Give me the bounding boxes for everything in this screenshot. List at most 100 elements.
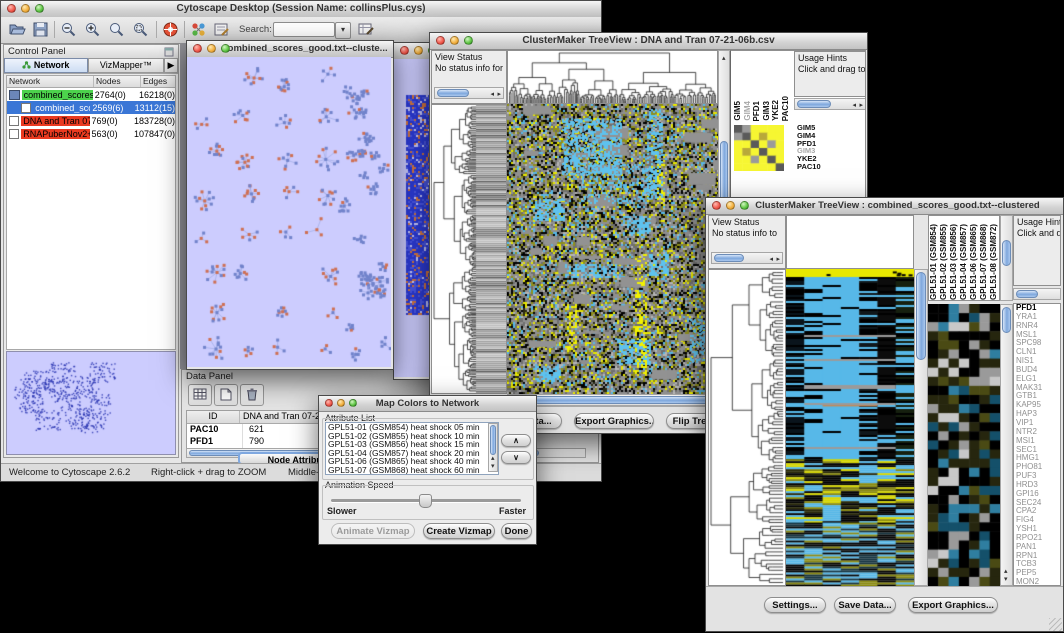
cm2-usage-hscrollbar[interactable] — [1013, 288, 1061, 300]
cm1-heatmap[interactable] — [507, 104, 718, 394]
cm1-row-dendrogram[interactable] — [432, 105, 506, 393]
network-tree-row[interactable]: DNA and Tran 07769(0)183728(0) — [7, 114, 175, 127]
net1-title-bar[interactable]: combined_scores_good.txt--cluste... — [187, 41, 393, 58]
speed-slider-thumb[interactable] — [419, 494, 432, 508]
rotated-column-label[interactable]: GPL51-03 (GSM856) — [949, 224, 959, 300]
rotated-column-label[interactable]: GPL51-02 (GSM855) — [939, 224, 949, 300]
cm2-title-bar[interactable]: ClusterMaker TreeView : combined_scores_… — [706, 198, 1063, 215]
col-edges[interactable]: Edges — [141, 76, 175, 87]
cm1-status-hscrollbar[interactable]: ◂ ▸ — [434, 87, 504, 99]
minimize-icon[interactable] — [21, 4, 30, 13]
save-icon[interactable] — [32, 21, 49, 43]
cm2-save-data-button[interactable]: Save Data... — [834, 597, 896, 613]
scrollbar-thumb[interactable] — [1016, 290, 1038, 298]
zoom-window-icon[interactable] — [464, 36, 473, 45]
scrollbar-thumb[interactable] — [916, 272, 926, 360]
zoom-window-icon[interactable] — [221, 44, 230, 53]
rotated-column-label[interactable]: PAC10 — [781, 96, 791, 121]
zoom-selected-icon[interactable] — [132, 21, 149, 43]
zoom-out-icon[interactable] — [60, 21, 77, 43]
scroll-left-icon[interactable]: ◂ — [490, 91, 494, 98]
network-tree-row[interactable]: combined_sco2569(6)13112(15) — [7, 101, 175, 114]
dialog-title-bar[interactable]: Map Colors to Network — [319, 396, 536, 412]
zoom-window-icon[interactable] — [740, 201, 749, 210]
network-canvas-1[interactable] — [187, 57, 391, 367]
scrollbar-thumb[interactable] — [714, 254, 744, 262]
scroll-right-icon[interactable]: ▸ — [497, 91, 501, 98]
scrollbar-thumb[interactable] — [1002, 307, 1011, 333]
cm2-column-tree-panel[interactable] — [786, 215, 914, 269]
network-overview-canvas[interactable] — [7, 352, 175, 454]
close-icon[interactable] — [7, 4, 16, 13]
close-icon[interactable] — [193, 44, 202, 53]
rotated-column-label[interactable]: GIM4 — [743, 101, 753, 121]
tab-overflow-icon[interactable]: ▶ — [164, 58, 178, 73]
scroll-left-icon[interactable]: ◂ — [769, 256, 773, 263]
zoom-in-icon[interactable] — [84, 21, 101, 43]
close-icon[interactable] — [436, 36, 445, 45]
scrollbar-thumb[interactable] — [1002, 240, 1011, 266]
cm2-gene-list[interactable]: PFD1YRA1RNR4MSL1SPC98CLN1NIS1BUD4ELG1MAK… — [1013, 303, 1061, 586]
scroll-down-icon[interactable]: ▾ — [1004, 576, 1008, 583]
minimize-icon[interactable] — [414, 46, 423, 55]
cm2-heatmap[interactable] — [786, 269, 914, 586]
zoom-window-icon[interactable] — [35, 4, 44, 13]
col-nodes[interactable]: Nodes — [94, 76, 141, 87]
cm2-row-dendrogram[interactable] — [709, 270, 785, 585]
rotated-column-label[interactable]: GPL51-07 (GSM868) — [979, 224, 989, 300]
close-icon[interactable] — [712, 201, 721, 210]
minimize-icon[interactable] — [207, 44, 216, 53]
scrollbar-thumb[interactable] — [490, 425, 496, 455]
scroll-up-icon[interactable]: ▴ — [1004, 568, 1008, 575]
scrollbar-thumb[interactable] — [437, 89, 469, 97]
rotated-column-label[interactable]: GPL51-04 (GSM857) — [959, 224, 969, 300]
search-dropdown-icon[interactable]: ▾ — [335, 22, 351, 39]
attribute-table-icon[interactable] — [188, 384, 212, 406]
rotated-column-label[interactable]: GPL51-01 (GSM854) — [929, 224, 939, 300]
network-tree-row[interactable]: RNAPuberNov2+563(0)107847(0) — [7, 127, 175, 140]
cm2-zoom-vscrollbar[interactable]: ▴ ▾ — [1000, 304, 1013, 586]
attribute-list-item[interactable]: GPL51-07 (GSM868) heat shock 60 min — [328, 466, 498, 475]
cm1-export-graphics-button[interactable]: Export Graphics... — [574, 413, 654, 429]
delete-attribute-trash-icon[interactable] — [240, 384, 264, 406]
cm1-hscrollbar[interactable] — [507, 394, 718, 406]
close-icon[interactable] — [400, 46, 409, 55]
scroll-left-icon[interactable]: ◂ — [852, 102, 856, 109]
scroll-right-icon[interactable]: ▸ — [776, 256, 780, 263]
cm2-labels-vscrollbar[interactable] — [1000, 215, 1013, 301]
done-button[interactable]: Done — [501, 523, 532, 539]
main-title-bar[interactable]: Cytoscape Desktop (Session Name: collins… — [1, 1, 601, 18]
cm2-vscrollbar[interactable] — [914, 269, 928, 586]
cm1-row-label[interactable]: PAC10 — [797, 163, 821, 171]
scroll-up-icon[interactable]: ▴ — [722, 55, 726, 62]
rotated-column-label[interactable]: YKE2 — [771, 100, 781, 121]
cm2-zoom-heatmap[interactable] — [928, 304, 1000, 586]
zoom-fit-icon[interactable] — [108, 21, 125, 43]
resize-grip[interactable] — [1049, 618, 1062, 631]
rotated-column-label[interactable]: PFD1 — [752, 101, 762, 121]
help-lifering-icon[interactable] — [162, 21, 179, 43]
minimize-icon[interactable] — [337, 399, 345, 407]
minimize-icon[interactable] — [450, 36, 459, 45]
move-down-button[interactable]: ∨ — [501, 451, 531, 464]
scrollbar-thumb[interactable] — [797, 100, 831, 108]
rotated-column-label[interactable]: GPL51-06 (GSM865) — [969, 224, 979, 300]
rotated-column-label[interactable]: GIM3 — [762, 101, 772, 121]
cm2-status-hscrollbar[interactable]: ◂ ▸ — [711, 252, 783, 264]
open-file-icon[interactable] — [9, 21, 26, 43]
zoom-window-icon[interactable] — [349, 399, 357, 407]
rotated-column-label[interactable]: GIM5 — [733, 101, 743, 121]
scrollbar-thumb[interactable] — [534, 396, 710, 404]
minimize-icon[interactable] — [726, 201, 735, 210]
new-attribute-icon[interactable] — [214, 384, 238, 406]
tab-vizmapper[interactable]: VizMapper™ — [88, 58, 164, 73]
move-up-button[interactable]: ∧ — [501, 434, 531, 447]
scroll-up-icon[interactable]: ▴ — [491, 455, 495, 462]
attribute-listbox[interactable]: GPL51-01 (GSM854) heat shock 05 minGPL51… — [325, 422, 499, 475]
close-icon[interactable] — [325, 399, 333, 407]
cm1-zoom-matrix[interactable] — [734, 125, 784, 171]
create-vizmap-button[interactable]: Create Vizmap — [423, 523, 495, 539]
attribute-list-vscrollbar[interactable]: ▴ ▾ — [488, 423, 498, 472]
col-id[interactable]: ID — [187, 411, 240, 423]
cm1-column-dendrogram[interactable] — [508, 51, 717, 103]
